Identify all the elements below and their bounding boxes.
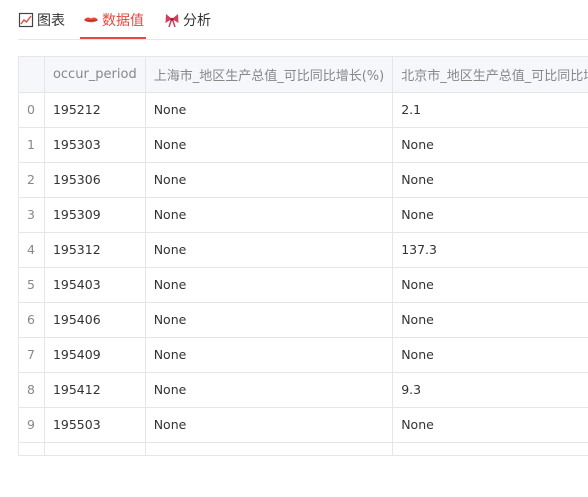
table-row[interactable]: 2 195306 None None bbox=[19, 162, 588, 198]
cell-beijing-gdp: None bbox=[392, 162, 588, 198]
table-row[interactable]: 8 195412 None 9.3 bbox=[19, 372, 588, 408]
column-header-beijing-gdp[interactable]: 北京市_地区生产总值_可比同比增长(%) bbox=[392, 57, 588, 93]
cell-shanghai-gdp: None bbox=[145, 232, 394, 268]
cell-shanghai-gdp: None bbox=[145, 197, 394, 233]
row-index: 5 bbox=[19, 267, 45, 303]
row-index: 6 bbox=[19, 302, 45, 338]
cell-beijing-gdp: 2.1 bbox=[392, 92, 588, 128]
cell-beijing-gdp: None bbox=[392, 267, 588, 303]
cell-occur-period: 195406 bbox=[44, 302, 146, 338]
row-index: 7 bbox=[19, 337, 45, 373]
row-index: 2 bbox=[19, 162, 45, 198]
table-row[interactable]: 7 195409 None None bbox=[19, 337, 588, 373]
cell-beijing-gdp: None bbox=[392, 302, 588, 338]
cell-occur-period: 195312 bbox=[44, 232, 146, 268]
table-row[interactable]: 6 195406 None None bbox=[19, 302, 588, 338]
cell-beijing-gdp: None bbox=[392, 407, 588, 443]
cell-occur-period: 195306 bbox=[44, 162, 146, 198]
cell-beijing-gdp: 9.3 bbox=[392, 372, 588, 408]
data-table: occur_period 上海市_地区生产总值_可比同比增长(%) 北京市_地区… bbox=[19, 57, 588, 455]
cell-occur-period: 195212 bbox=[44, 92, 146, 128]
table-row[interactable]: 3 195309 None None bbox=[19, 197, 588, 233]
cell-shanghai-gdp: None bbox=[145, 337, 394, 373]
cell-beijing-gdp: None bbox=[392, 127, 588, 163]
cell-beijing-gdp: None bbox=[392, 197, 588, 233]
cell-occur-period: 195403 bbox=[44, 267, 146, 303]
table-row[interactable]: 5 195403 None None bbox=[19, 267, 588, 303]
cell-empty bbox=[392, 442, 588, 455]
table-row-partial bbox=[19, 442, 588, 455]
row-index: 8 bbox=[19, 372, 45, 408]
tab-chart-label: 图表 bbox=[37, 12, 65, 29]
column-header-shanghai-gdp[interactable]: 上海市_地区生产总值_可比同比增长(%) bbox=[145, 57, 394, 93]
column-header-occur-period[interactable]: occur_period bbox=[44, 57, 146, 93]
table-row[interactable]: 4 195312 None 137.3 bbox=[19, 232, 588, 268]
row-index: 0 bbox=[19, 92, 45, 128]
lips-icon bbox=[83, 12, 99, 28]
cell-shanghai-gdp: None bbox=[145, 92, 394, 128]
tab-data-values[interactable]: 数据值 bbox=[80, 0, 146, 39]
table-row[interactable]: 0 195212 None 2.1 bbox=[19, 92, 588, 128]
cell-occur-period: 195303 bbox=[44, 127, 146, 163]
cell-beijing-gdp: None bbox=[392, 337, 588, 373]
tab-data-values-label: 数据值 bbox=[102, 12, 144, 29]
chart-icon bbox=[18, 12, 34, 28]
cell-shanghai-gdp: None bbox=[145, 267, 394, 303]
cell-shanghai-gdp: None bbox=[145, 302, 394, 338]
table-row[interactable]: 1 195303 None None bbox=[19, 127, 588, 163]
bow-icon bbox=[164, 12, 180, 28]
cell-occur-period: 195309 bbox=[44, 197, 146, 233]
cell-occur-period: 195503 bbox=[44, 407, 146, 443]
column-header-index[interactable] bbox=[19, 57, 45, 93]
table-row[interactable]: 9 195503 None None bbox=[19, 407, 588, 443]
tab-divider bbox=[18, 39, 588, 40]
row-index-empty bbox=[19, 442, 45, 455]
cell-empty bbox=[44, 442, 146, 455]
tab-analysis[interactable]: 分析 bbox=[164, 0, 211, 39]
table-header-row: occur_period 上海市_地区生产总值_可比同比增长(%) 北京市_地区… bbox=[19, 57, 588, 93]
tab-analysis-label: 分析 bbox=[183, 12, 211, 29]
row-index: 9 bbox=[19, 407, 45, 443]
tab-chart[interactable]: 图表 bbox=[18, 0, 65, 39]
cell-occur-period: 195412 bbox=[44, 372, 146, 408]
cell-empty bbox=[145, 442, 394, 455]
tab-bar: 图表 数据值 分析 bbox=[18, 0, 229, 39]
cell-shanghai-gdp: None bbox=[145, 162, 394, 198]
cell-shanghai-gdp: None bbox=[145, 407, 394, 443]
row-index: 4 bbox=[19, 232, 45, 268]
data-table-container[interactable]: occur_period 上海市_地区生产总值_可比同比增长(%) 北京市_地区… bbox=[18, 56, 588, 456]
cell-shanghai-gdp: None bbox=[145, 372, 394, 408]
cell-beijing-gdp: 137.3 bbox=[392, 232, 588, 268]
row-index: 3 bbox=[19, 197, 45, 233]
cell-occur-period: 195409 bbox=[44, 337, 146, 373]
cell-shanghai-gdp: None bbox=[145, 127, 394, 163]
row-index: 1 bbox=[19, 127, 45, 163]
